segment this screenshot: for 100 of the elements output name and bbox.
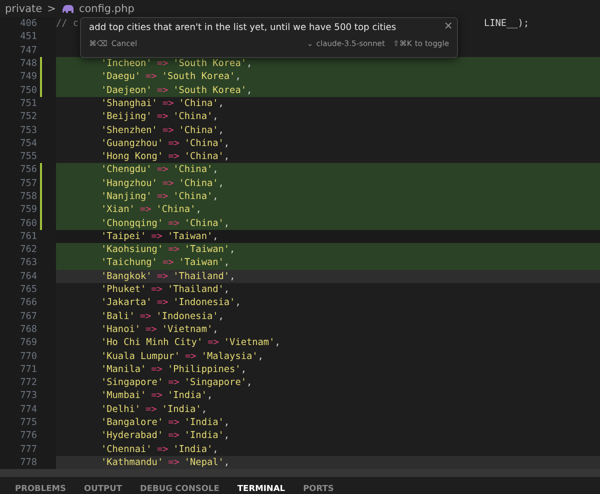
close-button[interactable]: × bbox=[444, 19, 453, 32]
panel-tab[interactable]: PORTS bbox=[303, 483, 334, 494]
comma: , bbox=[235, 71, 241, 82]
comma: , bbox=[218, 178, 224, 189]
string-literal: 'Shanghai' bbox=[101, 98, 158, 109]
comma: , bbox=[212, 111, 218, 122]
string-literal: 'Bangkok' bbox=[101, 270, 152, 282]
string-literal: 'Mumbai' bbox=[101, 390, 146, 402]
comma: , bbox=[235, 297, 241, 308]
string-literal: 'Thailand' bbox=[167, 284, 224, 296]
string-literal: 'China' bbox=[184, 151, 224, 162]
string-literal: 'Incheon' bbox=[101, 58, 152, 70]
comma: , bbox=[224, 456, 230, 468]
string-literal: 'China' bbox=[173, 164, 213, 176]
string-literal: 'Bangalore' bbox=[101, 417, 164, 428]
comma: , bbox=[218, 98, 224, 109]
arrow-operator: => bbox=[168, 138, 180, 149]
string-literal: 'Nanjing' bbox=[101, 191, 152, 202]
line-number: 406 bbox=[19, 17, 38, 30]
line-number: 764 bbox=[19, 270, 38, 283]
comma: , bbox=[240, 364, 246, 375]
arrow-operator: => bbox=[156, 270, 168, 282]
comma: , bbox=[246, 377, 252, 388]
arrow-operator: => bbox=[162, 178, 174, 189]
arrow-operator: => bbox=[156, 444, 168, 455]
string-literal: 'China' bbox=[184, 218, 224, 229]
string-literal: 'Daegu' bbox=[101, 71, 141, 82]
comma: , bbox=[224, 138, 230, 149]
string-literal: 'India' bbox=[167, 390, 207, 402]
string-literal: 'Chongqing' bbox=[101, 218, 164, 229]
arrow-operator: => bbox=[151, 390, 162, 402]
string-literal: 'Taiwan' bbox=[184, 244, 230, 256]
string-literal: 'Malaysia' bbox=[201, 350, 258, 362]
comma: , bbox=[212, 230, 218, 242]
string-literal: 'Hong Kong' bbox=[101, 151, 164, 162]
comma: , bbox=[224, 257, 230, 268]
line-number: 766 bbox=[19, 296, 38, 310]
line-number: 767 bbox=[19, 310, 38, 323]
line-number: 777 bbox=[19, 442, 38, 456]
arrow-operator: => bbox=[168, 417, 180, 428]
string-literal: 'Kathmandu' bbox=[101, 456, 164, 468]
string-literal: 'Delhi' bbox=[101, 404, 141, 415]
panel-tab[interactable]: TERMINAL bbox=[237, 483, 286, 494]
line-number: 768 bbox=[19, 322, 38, 336]
arrow-operator: => bbox=[156, 297, 168, 308]
comma: , bbox=[212, 164, 218, 176]
comma: , bbox=[246, 58, 252, 70]
panel-tab[interactable]: PROBLEMS bbox=[15, 483, 66, 494]
string-literal: 'Hangzhou' bbox=[101, 178, 158, 189]
comma: , bbox=[218, 124, 224, 136]
string-literal: 'Ho Chi Minh City' bbox=[101, 337, 203, 348]
line-number: 772 bbox=[19, 376, 38, 390]
line-number: 752 bbox=[19, 110, 38, 124]
comma: , bbox=[224, 151, 230, 162]
string-literal: 'Vietnam' bbox=[162, 324, 213, 335]
string-literal: 'Xian' bbox=[101, 204, 135, 216]
string-literal: 'India' bbox=[184, 417, 224, 428]
string-literal: 'Vietnam' bbox=[224, 337, 275, 348]
string-literal: 'China' bbox=[178, 98, 218, 109]
comma: , bbox=[224, 284, 230, 296]
line-number: 747 bbox=[19, 44, 38, 57]
string-literal: 'Guangzhou' bbox=[101, 138, 164, 149]
line-number: 761 bbox=[19, 230, 38, 244]
arrow-operator: => bbox=[156, 111, 168, 122]
string-literal: 'Philippines' bbox=[167, 364, 241, 375]
string-literal: 'Nepal' bbox=[184, 456, 224, 468]
comma: , bbox=[218, 310, 224, 322]
line-number: 771 bbox=[19, 362, 38, 376]
comma: , bbox=[224, 218, 230, 229]
line-number: 773 bbox=[19, 389, 38, 403]
arrow-operator: => bbox=[146, 71, 157, 82]
arrow-operator: => bbox=[156, 191, 168, 202]
string-literal: 'Taichung' bbox=[101, 257, 158, 268]
comma: , bbox=[246, 84, 252, 96]
comma: , bbox=[206, 390, 213, 402]
string-literal: 'South Korea' bbox=[173, 84, 246, 96]
string-literal: 'South Korea' bbox=[162, 71, 236, 82]
file-breadcrumb[interactable]: config.php bbox=[78, 2, 134, 14]
arrow-operator: => bbox=[168, 430, 180, 442]
panel-tab[interactable]: OUTPUT bbox=[84, 483, 122, 494]
prompt-text[interactable]: add top cities that aren't in the list yet, until we have 500 top cities bbox=[89, 23, 396, 33]
string-literal: 'Beijing' bbox=[101, 111, 152, 122]
arrow-operator: => bbox=[156, 164, 168, 176]
string-literal: 'Chengdu' bbox=[101, 164, 152, 176]
string-literal: 'Kuala Lumpur' bbox=[101, 350, 180, 362]
string-literal: 'China' bbox=[184, 138, 224, 149]
horizontal-scrollbar[interactable] bbox=[0, 469, 600, 477]
string-literal: 'Kaohsiung' bbox=[101, 244, 164, 256]
string-literal: 'Singapore' bbox=[184, 377, 246, 388]
arrow-operator: => bbox=[168, 377, 180, 388]
arrow-operator: => bbox=[140, 310, 152, 322]
folder-breadcrumb[interactable]: private bbox=[5, 2, 42, 14]
line-number: 765 bbox=[19, 283, 38, 296]
arrow-operator: => bbox=[140, 204, 152, 216]
code-text: LINE__); bbox=[484, 18, 530, 30]
comma: , bbox=[224, 430, 230, 442]
string-literal: 'China' bbox=[178, 124, 218, 136]
line-number: 451 bbox=[19, 30, 38, 44]
panel-tab[interactable]: DEBUG CONSOLE bbox=[140, 483, 220, 494]
string-literal: 'Chennai' bbox=[101, 444, 152, 455]
